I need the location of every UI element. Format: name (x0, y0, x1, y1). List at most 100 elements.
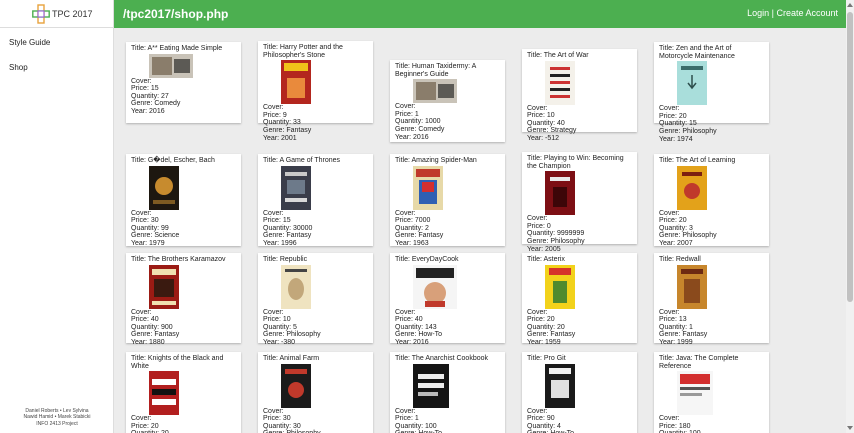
book-card[interactable]: Title: The Brothers Karamazov Cover: Price… (126, 253, 241, 346)
credits: Daniel Roberts • Lev Sylvina Nawid Hamid… (0, 408, 114, 428)
book-title: Title: Playing to Win: Becoming the Cham… (527, 155, 624, 170)
book-quantity: Quantity: 4 (527, 422, 561, 430)
book-card[interactable]: Title: Republic Cover: Price: 10 Quantity: … (258, 253, 373, 346)
book-card[interactable]: Title: The Art of War Cover: Price: 10 Quan… (522, 49, 637, 142)
book-card[interactable]: Title: Knights of the Black and White Cov… (126, 352, 241, 433)
book-title: Title: Human Taxidermy: A Beginner's Gui… (395, 63, 476, 78)
book-title: Title: The Brothers Karamazov (131, 256, 226, 263)
book-quantity: Quantity: 30 (263, 422, 301, 430)
book-genre: Genre: Strategy (527, 127, 577, 135)
book-card[interactable]: Title: G�del, Escher, Bach Cover: Price: 3… (126, 154, 241, 247)
book-card[interactable]: Title: Redwall Cover: Price: 13 Quantity: 1… (654, 253, 769, 346)
sidebar: Style Guide Shop Daniel Roberts • Lev Sy… (0, 28, 114, 433)
book-title: Title: The Art of War (527, 52, 589, 59)
book-cover-label: Cover: (395, 209, 416, 217)
login-link[interactable]: Login (747, 8, 769, 18)
book-title: Title: The Anarchist Cookbook (395, 355, 488, 362)
book-genre: Genre: Fantasy (131, 331, 180, 339)
book-price: Price: 13 (659, 316, 687, 324)
book-cover-image (413, 264, 457, 309)
scroll-up-icon[interactable] (847, 3, 853, 7)
book-price: Price: 30 (131, 217, 159, 225)
book-cover-image (149, 371, 179, 416)
book-genre: Genre: Fantasy (263, 232, 312, 240)
book-year: Year: 1959 (527, 338, 561, 346)
scroll-down-icon[interactable] (847, 426, 853, 430)
scrollbar[interactable] (846, 0, 854, 433)
book-cover-image (677, 61, 707, 106)
book-year: Year: 1979 (131, 239, 165, 247)
book-cover-image (281, 165, 311, 210)
book-title: Title: Amazing Spider-Man (395, 157, 477, 164)
book-genre: Genre: Philosophy (659, 232, 717, 240)
book-card[interactable]: Title: Amazing Spider-Man Cover: Price: 70… (390, 154, 505, 247)
book-card[interactable]: Title: Human Taxidermy: A Beginner's Gui… (390, 60, 505, 142)
sidebar-item-shop[interactable]: Shop (9, 63, 28, 72)
book-quantity: Quantity: 1 (659, 323, 693, 331)
book-cover-label: Cover: (263, 407, 284, 415)
book-card[interactable]: Title: Asterix Cover: Price: 20 Quantity: 2… (522, 253, 637, 346)
book-price: Price: 7000 (395, 217, 431, 225)
book-card[interactable]: Title: The Anarchist Cookbook Cover: Price… (390, 352, 505, 433)
book-price: Price: 20 (131, 422, 159, 430)
book-cover-image (281, 363, 311, 408)
book-card[interactable]: Title: The Art of Learning Cover: Price: 2… (654, 154, 769, 247)
book-cover-label: Cover: (527, 407, 548, 415)
book-genre: Genre: Comedy (131, 100, 181, 108)
book-title: Title: A Game of Thrones (263, 157, 341, 164)
book-year: Year: 1999 (659, 338, 693, 346)
book-card[interactable]: Title: Harry Potter and the Philosopher'… (258, 41, 373, 142)
create-account-link[interactable]: Create Account (776, 8, 838, 18)
book-card[interactable]: Title: A Game of Thrones Cover: Price: 15 Q… (258, 154, 373, 247)
book-cover-label: Cover: (659, 209, 680, 217)
book-price: Price: 40 (395, 316, 423, 324)
book-year: Year: 2016 (131, 107, 165, 115)
logo[interactable]: TPC 2017 (0, 0, 114, 28)
shop-grid: Title: A** Eating Made Simple Cover: Price… (115, 28, 846, 433)
book-title: Title: A** Eating Made Simple (131, 45, 223, 52)
book-cover-image (677, 264, 707, 309)
book-cover-image (281, 60, 311, 105)
book-year: Year: -380 (263, 338, 296, 346)
sidebar-item-style-guide[interactable]: Style Guide (9, 38, 50, 47)
book-cover-label: Cover: (395, 308, 416, 316)
book-title: Title: The Art of Learning (659, 157, 736, 164)
book-quantity: Quantity: 100 (395, 422, 437, 430)
book-genre: Genre: Philosophy (659, 127, 717, 135)
book-card[interactable]: Title: EveryDayCook Cover: Price: 40 Quanti… (390, 253, 505, 346)
book-cover-image (545, 264, 575, 309)
book-title: Title: Harry Potter and the Philosopher'… (263, 44, 343, 59)
scroll-thumb[interactable] (847, 12, 853, 302)
book-card[interactable]: Title: A** Eating Made Simple Cover: Price… (126, 42, 241, 123)
book-year: Year: 1963 (395, 239, 429, 247)
book-price: Price: 10 (527, 112, 555, 120)
book-quantity: Quantity: 27 (131, 92, 169, 100)
book-title: Title: G�del, Escher, Bach (131, 157, 215, 164)
logo-text: TPC 2017 (52, 9, 93, 19)
book-genre: Genre: How-To (395, 331, 443, 339)
book-year: Year: 1974 (659, 135, 693, 143)
book-year: Year: 1880 (131, 338, 165, 346)
book-genre: Genre: Fantasy (263, 126, 312, 134)
book-cover-label: Cover: (263, 308, 284, 316)
book-card[interactable]: Title: Zen and the Art of Motorcycle Mai… (654, 42, 769, 143)
book-genre: Genre: Philosophy (263, 331, 321, 339)
book-title: Title: Redwall (659, 256, 701, 263)
book-quantity: Quantity: 1000 (395, 118, 441, 126)
book-cover-image (149, 53, 193, 78)
book-quantity: Quantity: 30000 (263, 224, 313, 232)
book-card[interactable]: Title: Playing to Win: Becoming the Cham… (522, 152, 637, 253)
book-card[interactable]: Title: Animal Farm Cover: Price: 30 Quantit… (258, 352, 373, 433)
book-cover-image (413, 79, 457, 104)
page-path: /tpc2017/shop.php (123, 7, 229, 21)
book-card[interactable]: Title: Pro Git Cover: Price: 90 Quantity: 4… (522, 352, 637, 433)
book-card[interactable]: Title: Java: The Complete Reference Cover… (654, 352, 769, 433)
book-genre: Genre: Philosophy (527, 237, 585, 245)
tpc-logo-icon (32, 4, 50, 24)
book-cover-label: Cover: (131, 209, 152, 217)
book-cover-label: Cover: (659, 415, 680, 423)
book-price: Price: 9 (263, 111, 287, 119)
book-cover-label: Cover: (659, 105, 680, 113)
book-quantity: Quantity: 143 (395, 323, 437, 331)
book-price: Price: 0 (527, 222, 551, 230)
